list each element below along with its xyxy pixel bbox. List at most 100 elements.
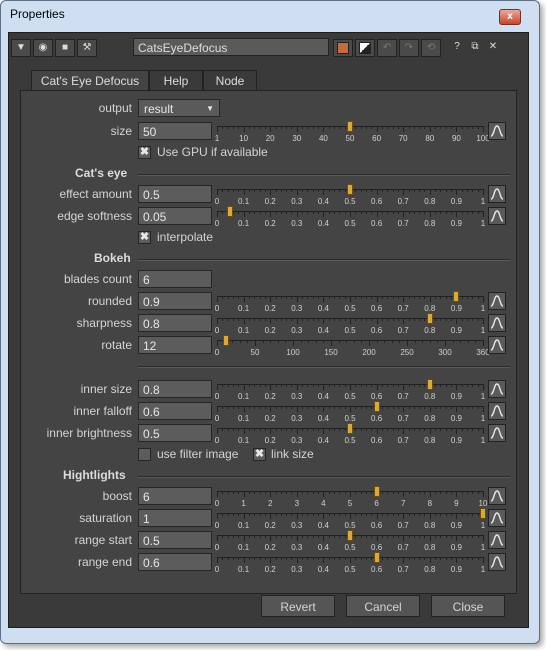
slider-knob[interactable] bbox=[347, 530, 353, 541]
rounded-input[interactable]: 0.9 bbox=[138, 292, 212, 310]
slider-knob[interactable] bbox=[373, 486, 380, 497]
wrench-icon[interactable]: ⚒ bbox=[77, 39, 97, 57]
half-swatch-icon[interactable] bbox=[355, 39, 375, 57]
slider-tick bbox=[344, 189, 346, 192]
inner-brightness-slider[interactable]: 0 0.1 0.2 0.3 0.4 0.5 0.6 0.7 0.8 0.9 1 bbox=[215, 423, 485, 445]
revert-icon[interactable]: ⟲ bbox=[421, 39, 441, 57]
slider-tick bbox=[360, 557, 362, 560]
edge-softness-slider[interactable]: 0 0.1 0.2 0.3 0.4 0.5 0.6 0.7 0.8 0.9 1 bbox=[215, 206, 485, 228]
size-input[interactable]: 50 bbox=[138, 122, 212, 140]
inner-size-animation-button[interactable] bbox=[488, 380, 506, 398]
slider-knob[interactable] bbox=[347, 423, 353, 434]
cancel-button[interactable]: Cancel bbox=[346, 595, 420, 617]
link-size-checkbox[interactable]: ✖ bbox=[253, 448, 266, 461]
rounded-animation-button[interactable] bbox=[488, 292, 506, 310]
section-divider bbox=[138, 366, 510, 368]
slider-tick bbox=[365, 189, 367, 192]
blades-count-input[interactable]: 6 bbox=[138, 270, 212, 288]
slider-knob[interactable] bbox=[453, 291, 460, 302]
slider-tick bbox=[270, 340, 272, 343]
edge-softness-animation-button[interactable] bbox=[488, 207, 506, 225]
effect-amount-input[interactable]: 0.5 bbox=[138, 185, 212, 203]
sharpness-animation-button[interactable] bbox=[488, 314, 506, 332]
use-gpu-checkbox[interactable]: ✖ bbox=[138, 146, 151, 159]
menu-triangle-icon[interactable]: ▼ bbox=[11, 39, 31, 57]
range-start-animation-button[interactable] bbox=[488, 531, 506, 549]
slider-tick bbox=[243, 211, 245, 217]
undo-icon[interactable]: ↶ bbox=[377, 39, 397, 57]
interpolate-checkbox[interactable]: ✖ bbox=[138, 231, 151, 244]
tab-node[interactable]: Node bbox=[203, 70, 257, 90]
node-name-field[interactable]: CatsEyeDefocus bbox=[133, 38, 329, 56]
help-icon[interactable]: ? bbox=[451, 39, 463, 55]
slider-tick bbox=[243, 189, 245, 195]
window-close-button[interactable]: x bbox=[499, 9, 521, 25]
rounded-slider[interactable]: 0 0.1 0.2 0.3 0.4 0.5 0.6 0.7 0.8 0.9 1 bbox=[215, 291, 485, 313]
saturation-input[interactable]: 1 bbox=[138, 509, 212, 527]
slider-knob[interactable] bbox=[480, 508, 486, 519]
boost-animation-button[interactable] bbox=[488, 487, 506, 505]
range-end-slider[interactable]: 0 0.1 0.2 0.3 0.4 0.5 0.6 0.7 0.8 0.9 1 bbox=[215, 552, 485, 574]
inner-falloff-input[interactable]: 0.6 bbox=[138, 402, 212, 420]
slider-tick bbox=[435, 189, 437, 192]
camera-icon[interactable]: ■ bbox=[55, 39, 75, 57]
range-end-animation-button[interactable] bbox=[488, 553, 506, 571]
close-icon[interactable]: ✕ bbox=[487, 39, 499, 55]
slider-knob[interactable] bbox=[426, 379, 433, 390]
inner-brightness-input[interactable]: 0.5 bbox=[138, 424, 212, 442]
size-slider[interactable]: 1 10 20 30 40 50 60 70 80 90 100 bbox=[215, 121, 490, 143]
slider-tick-label: 0.6 bbox=[371, 436, 383, 445]
tab-help[interactable]: Help bbox=[149, 70, 203, 90]
slider-tick bbox=[403, 557, 405, 563]
slider-tick bbox=[243, 406, 245, 412]
range-start-slider[interactable]: 0 0.1 0.2 0.3 0.4 0.5 0.6 0.7 0.8 0.9 1 bbox=[215, 530, 485, 552]
slider-tick bbox=[307, 406, 309, 409]
size-animation-button[interactable] bbox=[488, 122, 506, 140]
slider-tick bbox=[397, 189, 399, 192]
edge-softness-input[interactable]: 0.05 bbox=[138, 207, 212, 225]
boost-input[interactable]: 6 bbox=[138, 487, 212, 505]
effect-amount-animation-button[interactable] bbox=[488, 185, 506, 203]
inner-falloff-slider[interactable]: 0 0.1 0.2 0.3 0.4 0.5 0.6 0.7 0.8 0.9 1 bbox=[215, 401, 485, 423]
slider-knob[interactable] bbox=[347, 121, 353, 132]
rotate-slider[interactable]: 0 50 100 150 200 250 300 360 bbox=[215, 335, 490, 357]
sharpness-input[interactable]: 0.8 bbox=[138, 314, 212, 332]
slider-knob[interactable] bbox=[373, 552, 380, 563]
slider-tick bbox=[371, 535, 373, 538]
rotate-animation-button[interactable] bbox=[488, 336, 506, 354]
output-select[interactable]: result ▼ bbox=[138, 99, 220, 117]
viewer-icon[interactable]: ◉ bbox=[33, 39, 53, 57]
inner-size-input[interactable]: 0.8 bbox=[138, 380, 212, 398]
slider-knob[interactable] bbox=[222, 335, 229, 346]
saturation-animation-button[interactable] bbox=[488, 509, 506, 527]
range-end-input[interactable]: 0.6 bbox=[138, 553, 212, 571]
slider-knob[interactable] bbox=[347, 184, 353, 195]
slider-tick bbox=[483, 557, 484, 563]
color-swatch-icon[interactable] bbox=[333, 39, 353, 57]
redo-icon[interactable]: ↷ bbox=[399, 39, 419, 57]
tab-cats-eye-defocus[interactable]: Cat's Eye Defocus bbox=[31, 70, 149, 90]
float-icon[interactable]: ⧉ bbox=[469, 39, 481, 55]
slider-tick bbox=[451, 535, 453, 538]
range-start-input[interactable]: 0.5 bbox=[138, 531, 212, 549]
slider-tick bbox=[408, 513, 410, 516]
slider-tick bbox=[318, 296, 320, 299]
effect-amount-slider[interactable]: 0 0.1 0.2 0.3 0.4 0.5 0.6 0.7 0.8 0.9 1 bbox=[215, 184, 485, 206]
use-filter-image-label: use filter image bbox=[157, 447, 239, 461]
boost-slider[interactable]: 0 1 2 3 4 5 6 7 8 9 10 bbox=[215, 486, 487, 508]
use-filter-image-checkbox[interactable] bbox=[138, 448, 151, 461]
saturation-slider[interactable]: 0 0.1 0.2 0.3 0.4 0.5 0.6 0.7 0.8 0.9 1 bbox=[215, 508, 486, 530]
revert-button[interactable]: Revert bbox=[261, 595, 335, 617]
inner-size-slider[interactable]: 0 0.1 0.2 0.3 0.4 0.5 0.6 0.7 0.8 0.9 1 bbox=[215, 379, 485, 401]
close-button[interactable]: Close bbox=[431, 595, 505, 617]
sharpness-slider[interactable]: 0 0.1 0.2 0.3 0.4 0.5 0.6 0.7 0.8 0.9 1 bbox=[215, 313, 485, 335]
slider-tick-label: 0.2 bbox=[264, 414, 276, 423]
slider-knob[interactable] bbox=[373, 401, 380, 412]
slider-knob[interactable] bbox=[426, 313, 433, 324]
inner-brightness-animation-button[interactable] bbox=[488, 424, 506, 442]
inner-falloff-animation-button[interactable] bbox=[488, 402, 506, 420]
slider-knob[interactable] bbox=[227, 206, 234, 217]
output-label: output bbox=[98, 101, 132, 115]
rotate-input[interactable]: 12 bbox=[138, 336, 212, 354]
title-bar[interactable]: Properties x bbox=[1, 1, 539, 27]
